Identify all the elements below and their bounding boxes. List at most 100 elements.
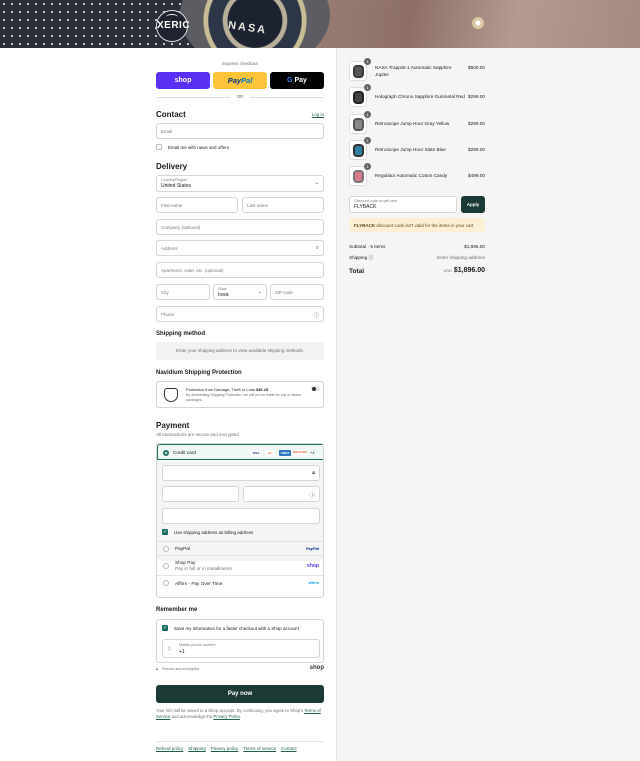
security-code-field[interactable]: ⓘ: [243, 486, 320, 502]
country-select[interactable]: Country/Region United States ⌄: [156, 175, 324, 192]
chevron-down-icon: ⌄: [257, 289, 262, 295]
footer-link-refund[interactable]: Refund policy: [156, 746, 183, 751]
apartment-field[interactable]: Apartment, suite, etc. (optional): [156, 262, 324, 278]
watch-thumb-icon: [352, 169, 364, 183]
cart-item: 1 Regulator Automatic Cotton Candy $499.…: [349, 163, 485, 186]
subtotal-label: Subtotal · 5 items: [349, 244, 386, 249]
total-amount: USD $1,896.00: [443, 267, 485, 274]
email-placeholder: Email: [161, 128, 173, 134]
quantity-badge: 1: [364, 58, 371, 65]
shop-pay-radio[interactable]: [163, 562, 169, 569]
first-name-field[interactable]: First name: [156, 197, 238, 213]
mobile-phone-value: +1: [179, 649, 185, 655]
last-name-field[interactable]: Last name: [242, 197, 324, 213]
billing-label: Use shipping address as billing address: [174, 529, 254, 535]
footer-links: Refund policy Shipping Privacy policy Te…: [156, 741, 324, 751]
amex-icon: AMEX: [279, 450, 291, 456]
country-label: Country/Region: [161, 178, 188, 182]
google-pay-button[interactable]: G Pay: [270, 72, 324, 89]
city-placeholder: City: [161, 289, 169, 295]
affirm-logo-icon: affirm: [308, 581, 319, 585]
watch-thumb-icon: [352, 143, 364, 157]
product-price: $500.00: [468, 65, 485, 70]
shipping-row: Shipping ⓘ Enter shipping address: [349, 255, 485, 261]
save-info-checkbox[interactable]: ✓: [162, 625, 168, 631]
help-circle-icon[interactable]: ⓘ: [369, 255, 374, 260]
address-field[interactable]: Address ⌕: [156, 240, 324, 256]
paypal-button[interactable]: Pay Pal: [213, 72, 267, 89]
company-field[interactable]: Company (optional): [156, 219, 324, 235]
shop-logo-icon: shop: [307, 562, 319, 569]
affirm-option[interactable]: Affirm - Pay Over Time affirm: [157, 575, 323, 590]
apply-discount-button[interactable]: Apply: [461, 196, 485, 213]
credit-card-option[interactable]: Credit card VISA ●● AMEX DISCOVER +4: [157, 444, 323, 460]
shop-pay-option[interactable]: Shop Pay Pay in full or in installments s…: [157, 555, 323, 575]
affirm-radio[interactable]: [163, 580, 169, 586]
protection-line1-wrap: Protection from Damage, Theft or Loss $3…: [186, 387, 268, 392]
help-circle-icon[interactable]: ⓘ: [313, 311, 319, 319]
discount-code-field[interactable]: Discount code or gift card FLYBACK: [349, 196, 457, 213]
more-cards-count: +4: [310, 450, 315, 455]
currency-code: USD: [443, 268, 452, 273]
secure-text: Secure and encrypted: [162, 667, 200, 671]
pay-now-label: Pay now: [227, 691, 253, 697]
save-info-option[interactable]: ✓ Save my information for a faster check…: [162, 625, 299, 631]
product-name: Retroscope Jump Hour Gray Yellow: [375, 121, 450, 126]
news-opt-in[interactable]: Email me with news and offers: [156, 144, 229, 150]
zip-field[interactable]: ZIP code: [270, 284, 324, 300]
email-field[interactable]: Email: [156, 123, 324, 139]
apply-label: Apply: [466, 202, 480, 207]
pay-now-button[interactable]: Pay now: [156, 685, 324, 703]
protection-toggle[interactable]: [311, 386, 320, 391]
watch-thumb-icon: [352, 90, 364, 104]
express-checkout-title: Express checkout: [222, 61, 258, 66]
name-on-card-field[interactable]: [162, 508, 320, 524]
warning-code: FLYBACK: [354, 222, 376, 228]
state-label: State: [218, 287, 227, 291]
first-name-placeholder: First name: [161, 202, 183, 208]
footer-link-shipping[interactable]: Shipping: [188, 746, 206, 751]
city-field[interactable]: City: [156, 284, 210, 300]
quantity-badge: 1: [364, 84, 371, 91]
banner-photo-ring: [471, 16, 485, 30]
mobile-phone-field[interactable]: ▯ Mobile phone number +1: [162, 639, 320, 658]
subtotal-row: Subtotal · 5 items $1,896.00: [349, 244, 485, 249]
shield-icon: [164, 388, 178, 402]
billing-same-option[interactable]: ✓ Use shipping address as billing addres…: [162, 529, 253, 535]
warning-text: discount code isn't valid for the items …: [376, 222, 474, 228]
state-select[interactable]: State Iowa ⌄: [213, 284, 267, 300]
terms-text: Your info will be saved to a Shop accoun…: [156, 708, 324, 720]
paypal-option[interactable]: PayPal PayPal: [157, 541, 323, 555]
paypal-radio[interactable]: [163, 545, 169, 552]
remember-card: ✓ Save my information for a faster check…: [156, 619, 324, 663]
protection-price: $36.25: [255, 387, 269, 392]
expiration-field[interactable]: [162, 486, 239, 502]
protection-heading: Navidium Shipping Protection: [156, 370, 242, 376]
privacy-policy-link[interactable]: Privacy Policy: [213, 714, 239, 719]
total-label: Total: [349, 268, 365, 275]
news-checkbox[interactable]: [156, 144, 162, 150]
remember-heading: Remember me: [156, 607, 198, 613]
lock-icon: 🔒︎: [312, 470, 315, 476]
footer-link-terms[interactable]: Terms of service: [243, 746, 276, 751]
billing-checkbox[interactable]: ✓: [162, 529, 168, 535]
footer-link-contact[interactable]: Contact: [281, 746, 297, 751]
shipping-method-heading: Shipping method: [156, 331, 205, 337]
product-name: NASA Trappist-1 Automatic Sapphire Jupit…: [375, 65, 452, 77]
protection-card[interactable]: Protection from Damage, Theft or Loss $3…: [156, 381, 324, 408]
credit-card-radio[interactable]: [163, 450, 169, 456]
store-logo[interactable]: XERIC: [156, 10, 190, 42]
quantity-badge: 1: [364, 137, 371, 144]
or-divider-left: [156, 97, 230, 98]
google-pay-label: Pay: [294, 77, 307, 84]
quantity-badge: 1: [364, 111, 371, 118]
footer-link-privacy[interactable]: Privacy policy: [211, 746, 239, 751]
help-circle-icon[interactable]: ⓘ: [309, 491, 315, 499]
shop-pay-button[interactable]: shop: [156, 72, 210, 89]
card-number-field[interactable]: 🔒︎: [162, 465, 320, 481]
phone-field[interactable]: Phone ⓘ: [156, 306, 324, 322]
last-name-placeholder: Last name: [247, 202, 269, 208]
login-link[interactable]: Log in: [312, 112, 324, 117]
total-row: Total USD $1,896.00: [349, 267, 485, 275]
or-divider-text: OR: [236, 94, 244, 99]
